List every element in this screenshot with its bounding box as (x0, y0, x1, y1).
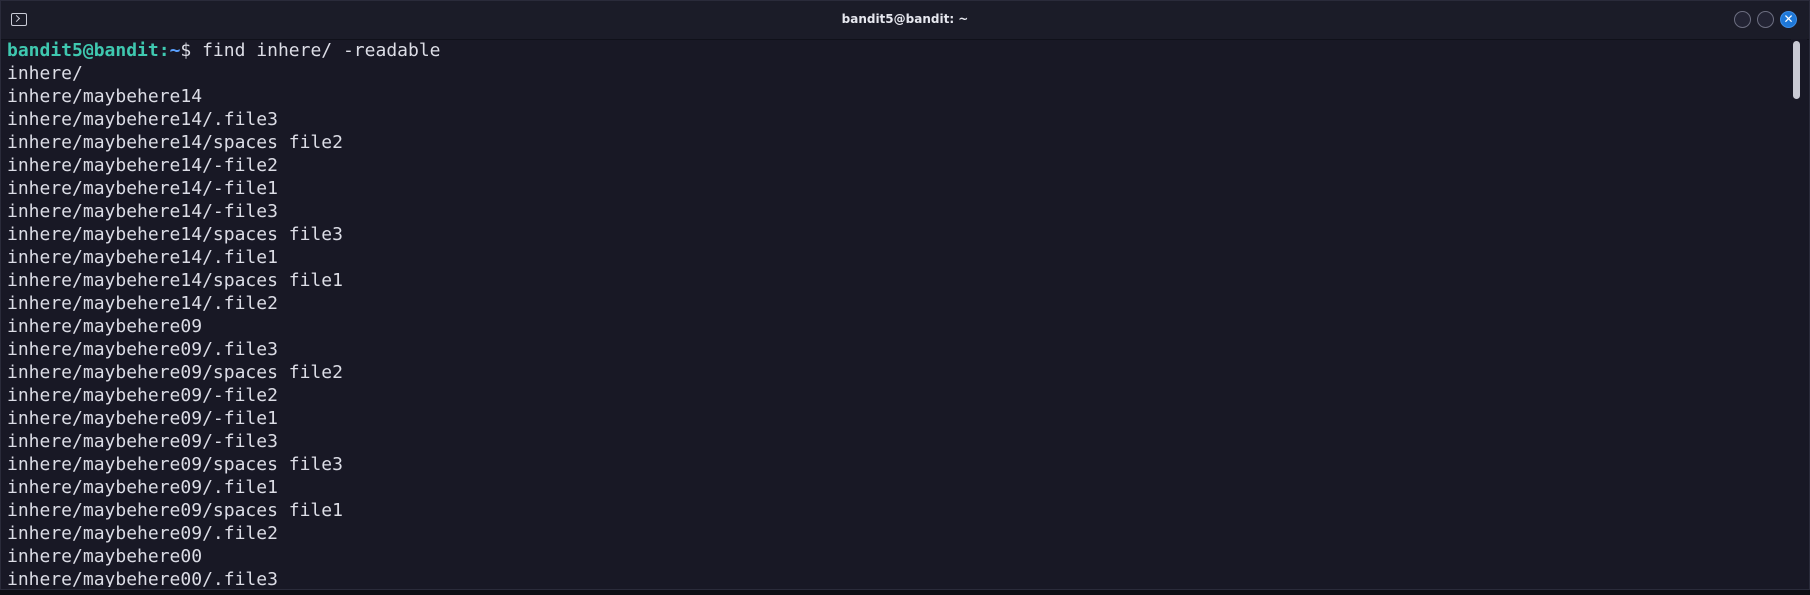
prompt-user-host: bandit5@bandit (7, 40, 159, 61)
prompt-symbol: $ (180, 40, 203, 61)
close-button[interactable]: ✕ (1780, 11, 1797, 28)
prompt-path: ~ (169, 40, 181, 61)
output-lines: inhere/ inhere/maybehere14 inhere/maybeh… (7, 63, 343, 587)
output-line: inhere/maybehere09/spaces file3 (7, 454, 343, 475)
output-line: inhere/maybehere00 (7, 546, 203, 567)
output-line: inhere/maybehere14/.file2 (7, 293, 278, 314)
minimize-button[interactable] (1734, 11, 1751, 28)
terminal-text: bandit5@bandit:~$ find inhere/ -readable… (7, 39, 441, 587)
scrollbar-thumb[interactable] (1793, 41, 1800, 99)
scrollbar-track[interactable] (1791, 39, 1807, 587)
output-line: inhere/maybehere14/.file1 (7, 247, 278, 268)
prompt-separator: : (158, 40, 170, 61)
output-line: inhere/maybehere09/.file2 (7, 523, 278, 544)
output-line: inhere/maybehere09/-file2 (7, 385, 278, 406)
prompt-line: bandit5@bandit:~$ find inhere/ -readable (7, 40, 441, 61)
output-line: inhere/maybehere14/-file2 (7, 155, 278, 176)
output-line: inhere/maybehere14/-file1 (7, 178, 278, 199)
window-title: bandit5@bandit: ~ (841, 12, 969, 26)
terminal-output-area[interactable]: bandit5@bandit:~$ find inhere/ -readable… (1, 39, 1791, 587)
output-line: inhere/maybehere09 (7, 316, 203, 337)
output-line: inhere/ (7, 63, 83, 84)
output-line: inhere/maybehere14/spaces file1 (7, 270, 343, 291)
output-line: inhere/maybehere00/.file3 (7, 569, 278, 587)
output-line: inhere/maybehere14/spaces file3 (7, 224, 343, 245)
output-line: inhere/maybehere09/.file1 (7, 477, 278, 498)
output-line: inhere/maybehere14/.file3 (7, 109, 278, 130)
output-line: inhere/maybehere14/-file3 (7, 201, 278, 222)
terminal-window: bandit5@bandit: ~ ✕ bandit5@bandit:~$ fi… (0, 0, 1810, 590)
output-line: inhere/maybehere09/-file3 (7, 431, 278, 452)
output-line: inhere/maybehere09/-file1 (7, 408, 278, 429)
output-line: inhere/maybehere09/spaces file1 (7, 500, 343, 521)
title-bar[interactable]: bandit5@bandit: ~ ✕ (1, 1, 1809, 40)
output-line: inhere/maybehere14 (7, 86, 203, 107)
output-line: inhere/maybehere14/spaces file2 (7, 132, 343, 153)
maximize-button[interactable] (1757, 11, 1774, 28)
output-line: inhere/maybehere09/.file3 (7, 339, 278, 360)
output-line: inhere/maybehere09/spaces file2 (7, 362, 343, 383)
command-text: find inhere/ -readable (202, 40, 441, 61)
